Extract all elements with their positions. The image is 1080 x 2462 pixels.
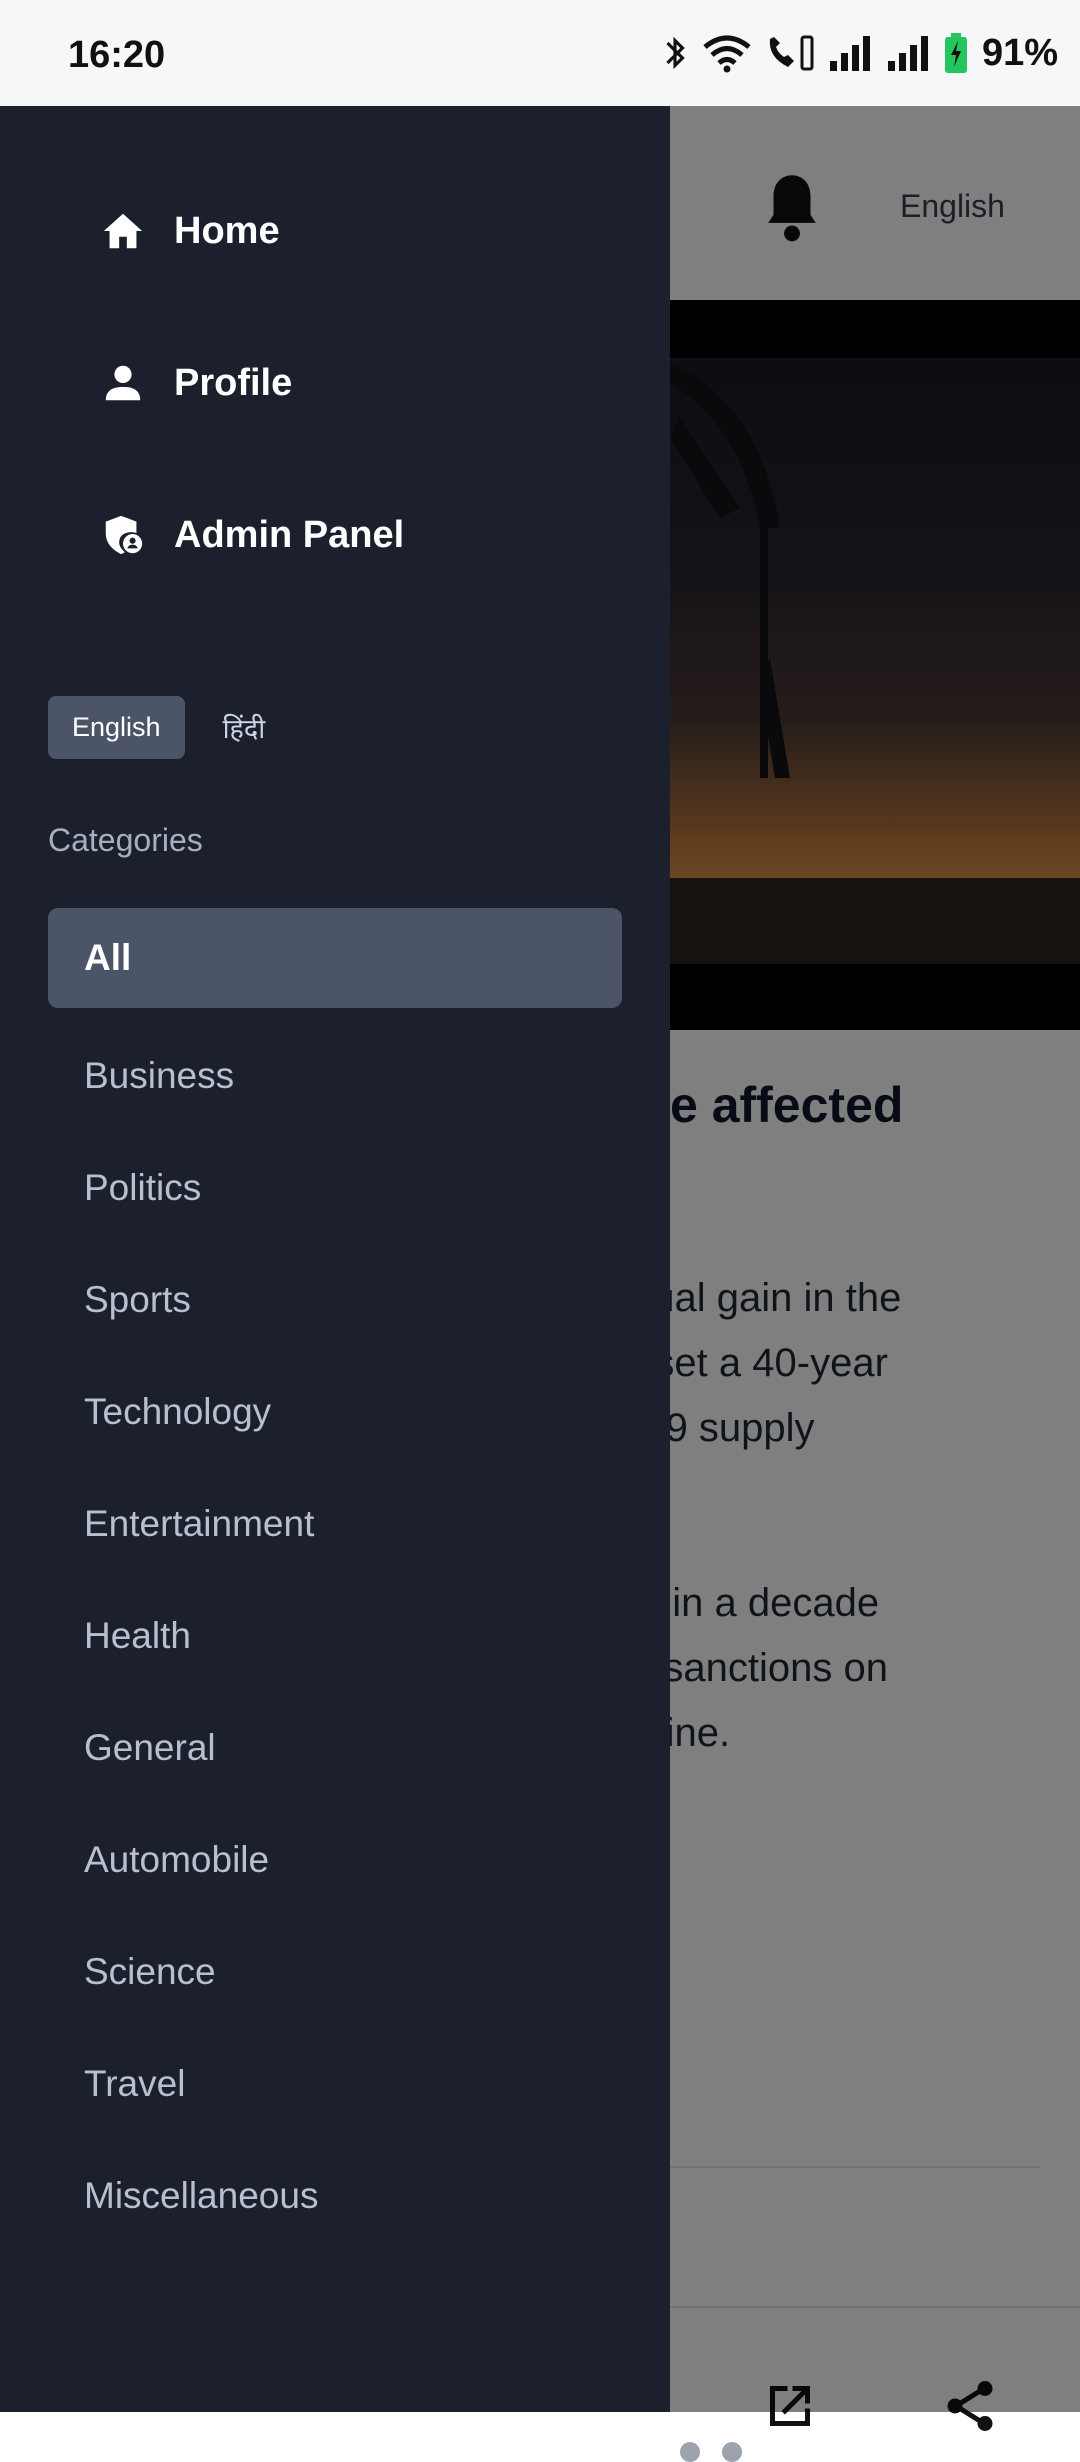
nav-item-profile[interactable]: Profile [100,348,292,418]
page-indicator [680,2442,742,2462]
home-icon [103,213,143,249]
status-icons: 91% [660,28,1058,78]
language-switcher: English हिंदी [48,696,265,759]
category-item-business[interactable]: Business [48,1020,622,1132]
page-dot [722,2442,742,2462]
nav-label-admin-panel: Admin Panel [174,513,405,556]
category-item-health[interactable]: Health [48,1580,622,1692]
wifi-icon [703,35,751,73]
category-item-general[interactable]: General [48,1692,622,1804]
signal-icon-2 [887,36,928,71]
nav-item-admin-panel[interactable]: Admin Panel [100,500,404,570]
category-item-sports[interactable]: Sports [48,1244,622,1356]
admin-shield-icon [105,515,143,555]
page-dot [680,2442,700,2462]
category-list: All Business Politics Sports Technology … [48,908,622,2252]
category-item-science[interactable]: Science [48,1916,622,2028]
navigation-drawer: Home Profile Admin Panel English हिंदी C… [0,106,670,2412]
language-hindi-button[interactable]: हिंदी [223,709,266,746]
bluetooth-icon [666,36,685,70]
category-item-all[interactable]: All [48,908,622,1008]
nav-item-home[interactable]: Home [100,196,280,266]
battery-percent: 91% [981,31,1058,74]
category-item-automobile[interactable]: Automobile [48,1804,622,1916]
categories-heading: Categories [48,822,203,858]
battery-charging-icon [944,33,967,73]
nav-label-profile: Profile [174,361,293,404]
category-item-entertainment[interactable]: Entertainment [48,1468,622,1580]
wifi-calling-icon [769,35,814,71]
person-icon [105,365,141,401]
nav-label-home: Home [174,209,280,252]
language-english-button[interactable]: English [48,696,185,759]
category-item-travel[interactable]: Travel [48,2028,622,2140]
status-time: 16:20 [68,34,166,76]
signal-icon-1 [829,36,870,71]
category-item-miscellaneous[interactable]: Miscellaneous [48,2140,622,2252]
category-item-politics[interactable]: Politics [48,1132,622,1244]
status-bar: 16:20 91% [0,0,1080,106]
category-item-technology[interactable]: Technology [48,1356,622,1468]
